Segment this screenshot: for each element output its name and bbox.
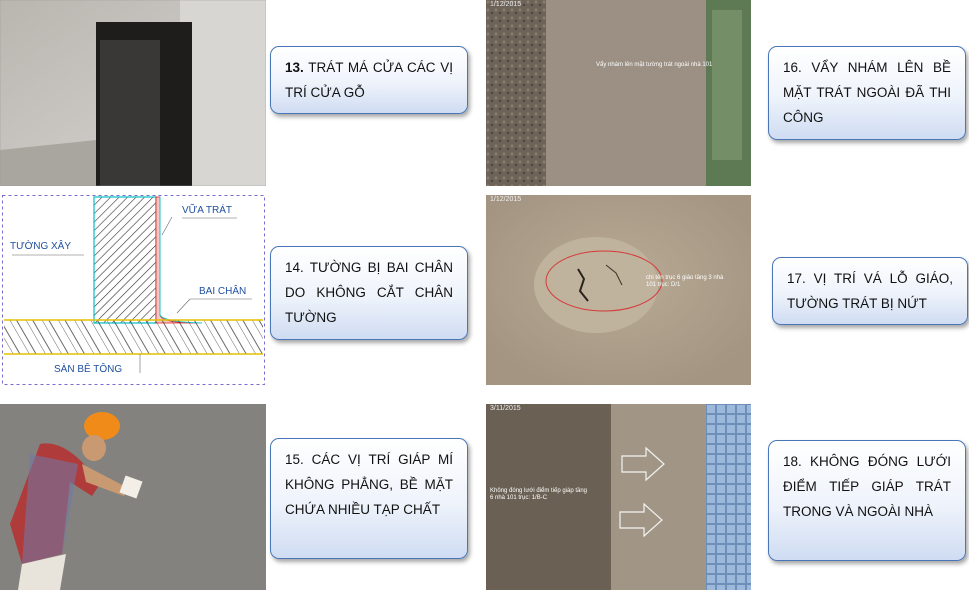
photo-note: chi tên trục 6 giáo tầng 3 nhà 101 trục:… (646, 275, 724, 288)
photo-date: 1/12/2015 (490, 1, 522, 8)
label-bai-chan: BAI CHÂN (199, 286, 247, 297)
callout-item-17: 17. VỊ TRÍ VÁ LỖ GIÁO, TƯỜNG TRÁT BỊ NỨT (772, 257, 968, 325)
photo-scaffold-hole: 1/12/2015 chi tên trục 6 giáo tầng 3 nhà… (486, 195, 751, 385)
callout-item-18: 18. KHÔNG ĐÓNG LƯỚI ĐIỂM TIẾP GIÁP TRÁT … (768, 440, 966, 561)
photo-date: 1/12/2015 (490, 196, 522, 203)
callout-item-15: 15. CÁC VỊ TRÍ GIÁP MÍ KHÔNG PHẲNG, BỀ M… (270, 438, 468, 559)
callout-item-14: 14. TƯỜNG BỊ BAI CHÂN DO KHÔNG CẮT CHÂN … (270, 246, 468, 340)
photo-note: Không đóng lưới điểm tiếp giáp tầng 6 nh… (490, 488, 588, 501)
label-wall: TƯỜNG XÂY (10, 241, 72, 252)
photo-note: Vẩy nhám lên mặt tường trát ngoài nhà 10… (596, 62, 713, 68)
photo-door-frame (0, 0, 266, 186)
photo-worker-sanding (0, 404, 266, 590)
photo-date: 3/11/2015 (490, 405, 521, 412)
photo-rough-plaster: 1/12/2015 Vẩy nhám lên mặt tường trát ng… (486, 0, 751, 186)
label-plaster: VỮA TRÁT (182, 205, 233, 216)
callout-item-13: 13. TRÁT MÁ CỬA CÁC VỊ TRÍ CỬA GỖ (270, 46, 468, 114)
diagram-wall-foot: TƯỜNG XÂY VỮA TRÁT BAI CHÂN SÀN BÊ TÔNG (2, 195, 265, 385)
callout-item-16: 16. VẨY NHÁM LÊN BỀ MẶT TRÁT NGOÀI ĐÃ TH… (768, 46, 966, 140)
photo-mesh-junction: 3/11/2015 Không đóng lưới điểm tiếp giáp… (486, 404, 751, 590)
label-floor: SÀN BÊ TÔNG (54, 364, 123, 375)
